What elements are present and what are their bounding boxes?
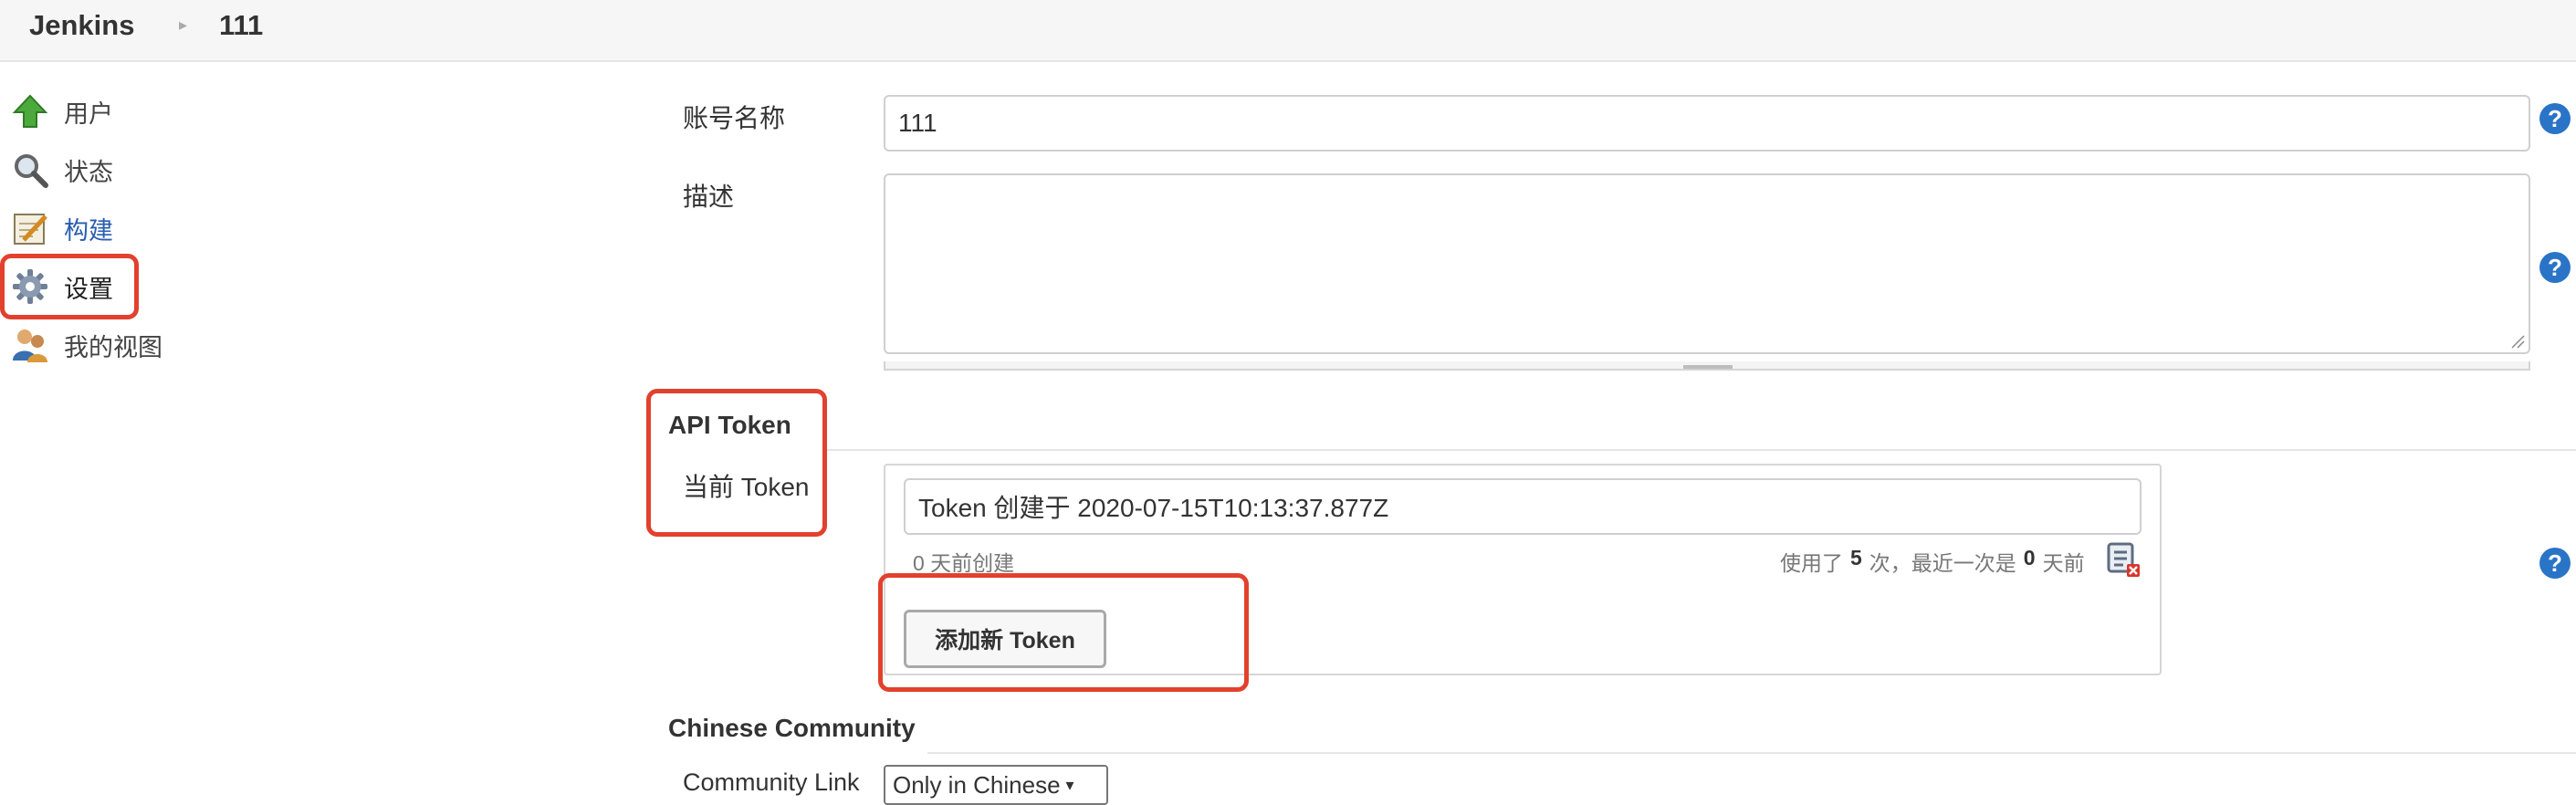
- chevron-down-icon: ▾: [1065, 775, 1074, 794]
- section-divider: [927, 752, 2576, 754]
- people-icon: [9, 324, 51, 366]
- community-link-select[interactable]: Only in Chinese ▾: [884, 765, 1108, 805]
- section-divider: [827, 449, 2576, 451]
- sidebar-item-label: 状态: [64, 158, 113, 186]
- sidebar-item-my-views[interactable]: 我的视图: [9, 319, 162, 371]
- account-name-input[interactable]: 111: [884, 95, 2530, 152]
- token-created-ago: 0 天前创建: [913, 551, 1015, 575]
- breadcrumb-separator-icon: ▸: [179, 16, 188, 34]
- community-link-select-value: Only in Chinese: [893, 770, 1061, 799]
- revoke-token-icon[interactable]: [2107, 542, 2141, 579]
- usage-count: 5: [1850, 546, 1862, 570]
- sidebar-item-users[interactable]: 用户: [9, 86, 113, 137]
- token-usage-info: 使用了 5 次，最近一次是 0 天前: [1780, 546, 2085, 577]
- chinese-community-section-title: Chinese Community: [668, 714, 916, 742]
- resize-grip-icon[interactable]: [2510, 334, 2525, 349]
- usage-prefix: 使用了: [1780, 551, 1843, 575]
- up-arrow-icon: [9, 90, 51, 132]
- description-textarea[interactable]: [884, 173, 2530, 354]
- sidebar-item-builds[interactable]: 构建: [9, 203, 113, 254]
- breadcrumb-user[interactable]: 111: [219, 7, 263, 44]
- description-label: 描述: [683, 183, 735, 211]
- sidebar-item-label: 我的视图: [64, 333, 162, 361]
- expand-handle-icon[interactable]: [1683, 365, 1733, 369]
- sidebar-item-status[interactable]: 状态: [9, 144, 113, 195]
- sidebar-item-label: 设置: [64, 275, 113, 303]
- help-icon[interactable]: ?: [2539, 252, 2571, 283]
- gear-icon: [9, 266, 51, 308]
- api-token-section-title: API Token: [668, 411, 791, 439]
- add-token-button[interactable]: 添加新 Token: [904, 610, 1106, 668]
- top-header: [0, 0, 2576, 62]
- sidebar-item-label: 构建: [64, 216, 113, 245]
- usage-mid: 次，最近一次是: [1869, 551, 2016, 575]
- token-name-input[interactable]: Token 创建于 2020-07-15T10:13:37.877Z: [904, 478, 2141, 535]
- notepad-icon: [9, 207, 51, 249]
- search-icon: [9, 149, 51, 191]
- sidebar-item-label: 用户: [64, 99, 113, 128]
- usage-suffix: 天前: [2042, 551, 2085, 575]
- account-name-label: 账号名称: [683, 104, 786, 132]
- help-icon[interactable]: ?: [2539, 548, 2571, 579]
- sidebar-item-settings[interactable]: 设置: [9, 261, 113, 312]
- last-use-days: 0: [2023, 546, 2036, 570]
- current-token-label: 当前 Token: [683, 473, 810, 501]
- breadcrumb-jenkins[interactable]: Jenkins: [29, 7, 134, 44]
- help-icon[interactable]: ?: [2539, 103, 2571, 134]
